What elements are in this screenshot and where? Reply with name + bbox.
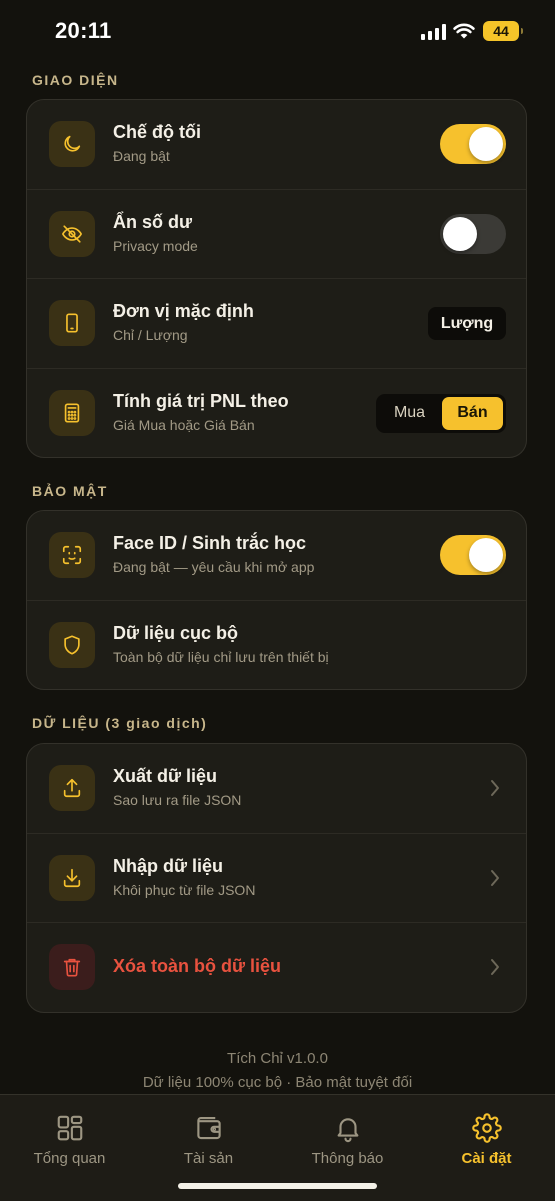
export-row[interactable]: Xuất dữ liệu Sao lưu ra file JSON [27, 744, 526, 833]
shield-icon [49, 621, 95, 668]
chevron-right-icon [491, 869, 499, 886]
security-card: Face ID / Sinh trắc học Đang bật — yêu c… [26, 510, 527, 690]
tab-overview[interactable]: Tổng quan [0, 1095, 139, 1175]
local-data-row: Dữ liệu cục bộ Toàn bộ dữ liệu chỉ lưu t… [27, 599, 526, 690]
default-unit-title: Đơn vị mặc định [113, 301, 254, 321]
face-id-row: Face ID / Sinh trắc học Đang bật — yêu c… [27, 511, 526, 600]
tab-label: Cài đặt [461, 1150, 512, 1167]
export-title: Xuất dữ liệu [113, 766, 218, 786]
toggle-knob [469, 127, 503, 161]
hide-balance-row: Ẩn số dư Privacy mode [27, 188, 526, 279]
delete-all-row[interactable]: Xóa toàn bộ dữ liệu [27, 922, 526, 1012]
hide-balance-subtitle: Privacy mode [113, 237, 198, 254]
pnl-title: Tính giá trị PNL theo [113, 390, 289, 411]
wallet-icon [196, 1116, 221, 1140]
dark-mode-subtitle: Đang bật [113, 148, 170, 164]
pnl-row: Tính giá trị PNL theo Giá Mua hoặc Giá B… [27, 367, 526, 458]
local-data-title: Dữ liệu cục bộ [113, 622, 239, 643]
interface-card: Chế độ tối Đang bật Ẩn số dư Privacy mod… [26, 99, 527, 458]
tab-settings[interactable]: Cài đặt [417, 1095, 555, 1175]
dark-mode-toggle[interactable] [440, 124, 506, 164]
export-subtitle: Sao lưu ra file JSON [113, 792, 242, 808]
tab-label: Tài sản [183, 1150, 234, 1167]
pnl-subtitle: Giá Mua hoặc Giá Bán [113, 416, 255, 433]
section-title-data: DỮ LIỆU (3 giao dịch) [32, 715, 208, 731]
status-bar: 20:11 44 [0, 0, 555, 64]
chevron-right-icon [491, 959, 499, 975]
app-version: Tích Chỉ v1.0.0 [227, 1050, 328, 1067]
chevron-right-icon [491, 780, 499, 796]
cellular-signal-icon [421, 24, 446, 40]
local-data-subtitle: Toàn bộ dữ liệu chỉ lưu trên thiết bị [113, 648, 329, 665]
import-subtitle: Khôi phục từ file JSON [113, 881, 256, 898]
hide-balance-title: Ẩn số dư [113, 211, 193, 232]
tab-label: Tổng quan [33, 1150, 106, 1167]
data-card: Xuất dữ liệu Sao lưu ra file JSON Nhập d… [26, 743, 527, 1013]
default-unit-row: Đơn vị mặc định Chỉ / Lượng Lượng [27, 278, 526, 368]
pnl-option-sell[interactable]: Bán [442, 396, 503, 430]
toggle-knob [443, 216, 477, 251]
tab-assets[interactable]: Tài sản [139, 1095, 278, 1175]
moon-icon [49, 121, 95, 167]
face-id-subtitle: Đang bật — yêu cầu khi mở app [113, 559, 315, 575]
eye-off-icon [49, 210, 95, 257]
upload-icon [49, 765, 95, 811]
phone-icon [49, 300, 95, 346]
import-row[interactable]: Nhập dữ liệu Khôi phục từ file JSON [27, 832, 526, 923]
pnl-option-buy[interactable]: Mua [379, 397, 440, 430]
battery-indicator: 44 [483, 21, 523, 41]
dark-mode-title: Chế độ tối [113, 122, 201, 142]
section-title-security: BẢO MẬT [32, 483, 108, 499]
face-id-title: Face ID / Sinh trắc học [113, 533, 307, 553]
import-title: Nhập dữ liệu [113, 855, 224, 876]
bell-icon [337, 1118, 358, 1143]
section-title-interface: GIAO DIỆN [32, 72, 119, 88]
tab-label: Thông báo [311, 1150, 384, 1167]
delete-all-title: Xóa toàn bộ dữ liệu [113, 956, 282, 976]
gear-icon [471, 1113, 502, 1143]
status-time: 20:11 [55, 18, 112, 43]
toggle-knob [469, 538, 503, 572]
calculator-icon [49, 389, 95, 436]
pnl-segmented-control: Mua Bán [376, 393, 506, 433]
face-id-icon [49, 532, 95, 578]
face-id-toggle[interactable] [440, 535, 506, 575]
hide-balance-toggle[interactable] [440, 213, 506, 254]
trash-icon [49, 944, 95, 990]
home-indicator [178, 1183, 377, 1189]
dark-mode-row: Chế độ tối Đang bật [27, 100, 526, 189]
app-tagline: Dữ liệu 100% cục bộ · Bảo mật tuyệt đối [142, 1074, 413, 1091]
download-icon [49, 854, 95, 901]
tab-notifications[interactable]: Thông báo [278, 1095, 417, 1175]
wifi-icon [453, 23, 475, 39]
grid-icon [57, 1115, 82, 1141]
default-unit-subtitle: Chỉ / Lượng [113, 327, 188, 343]
default-unit-button[interactable]: Lượng [428, 307, 506, 340]
